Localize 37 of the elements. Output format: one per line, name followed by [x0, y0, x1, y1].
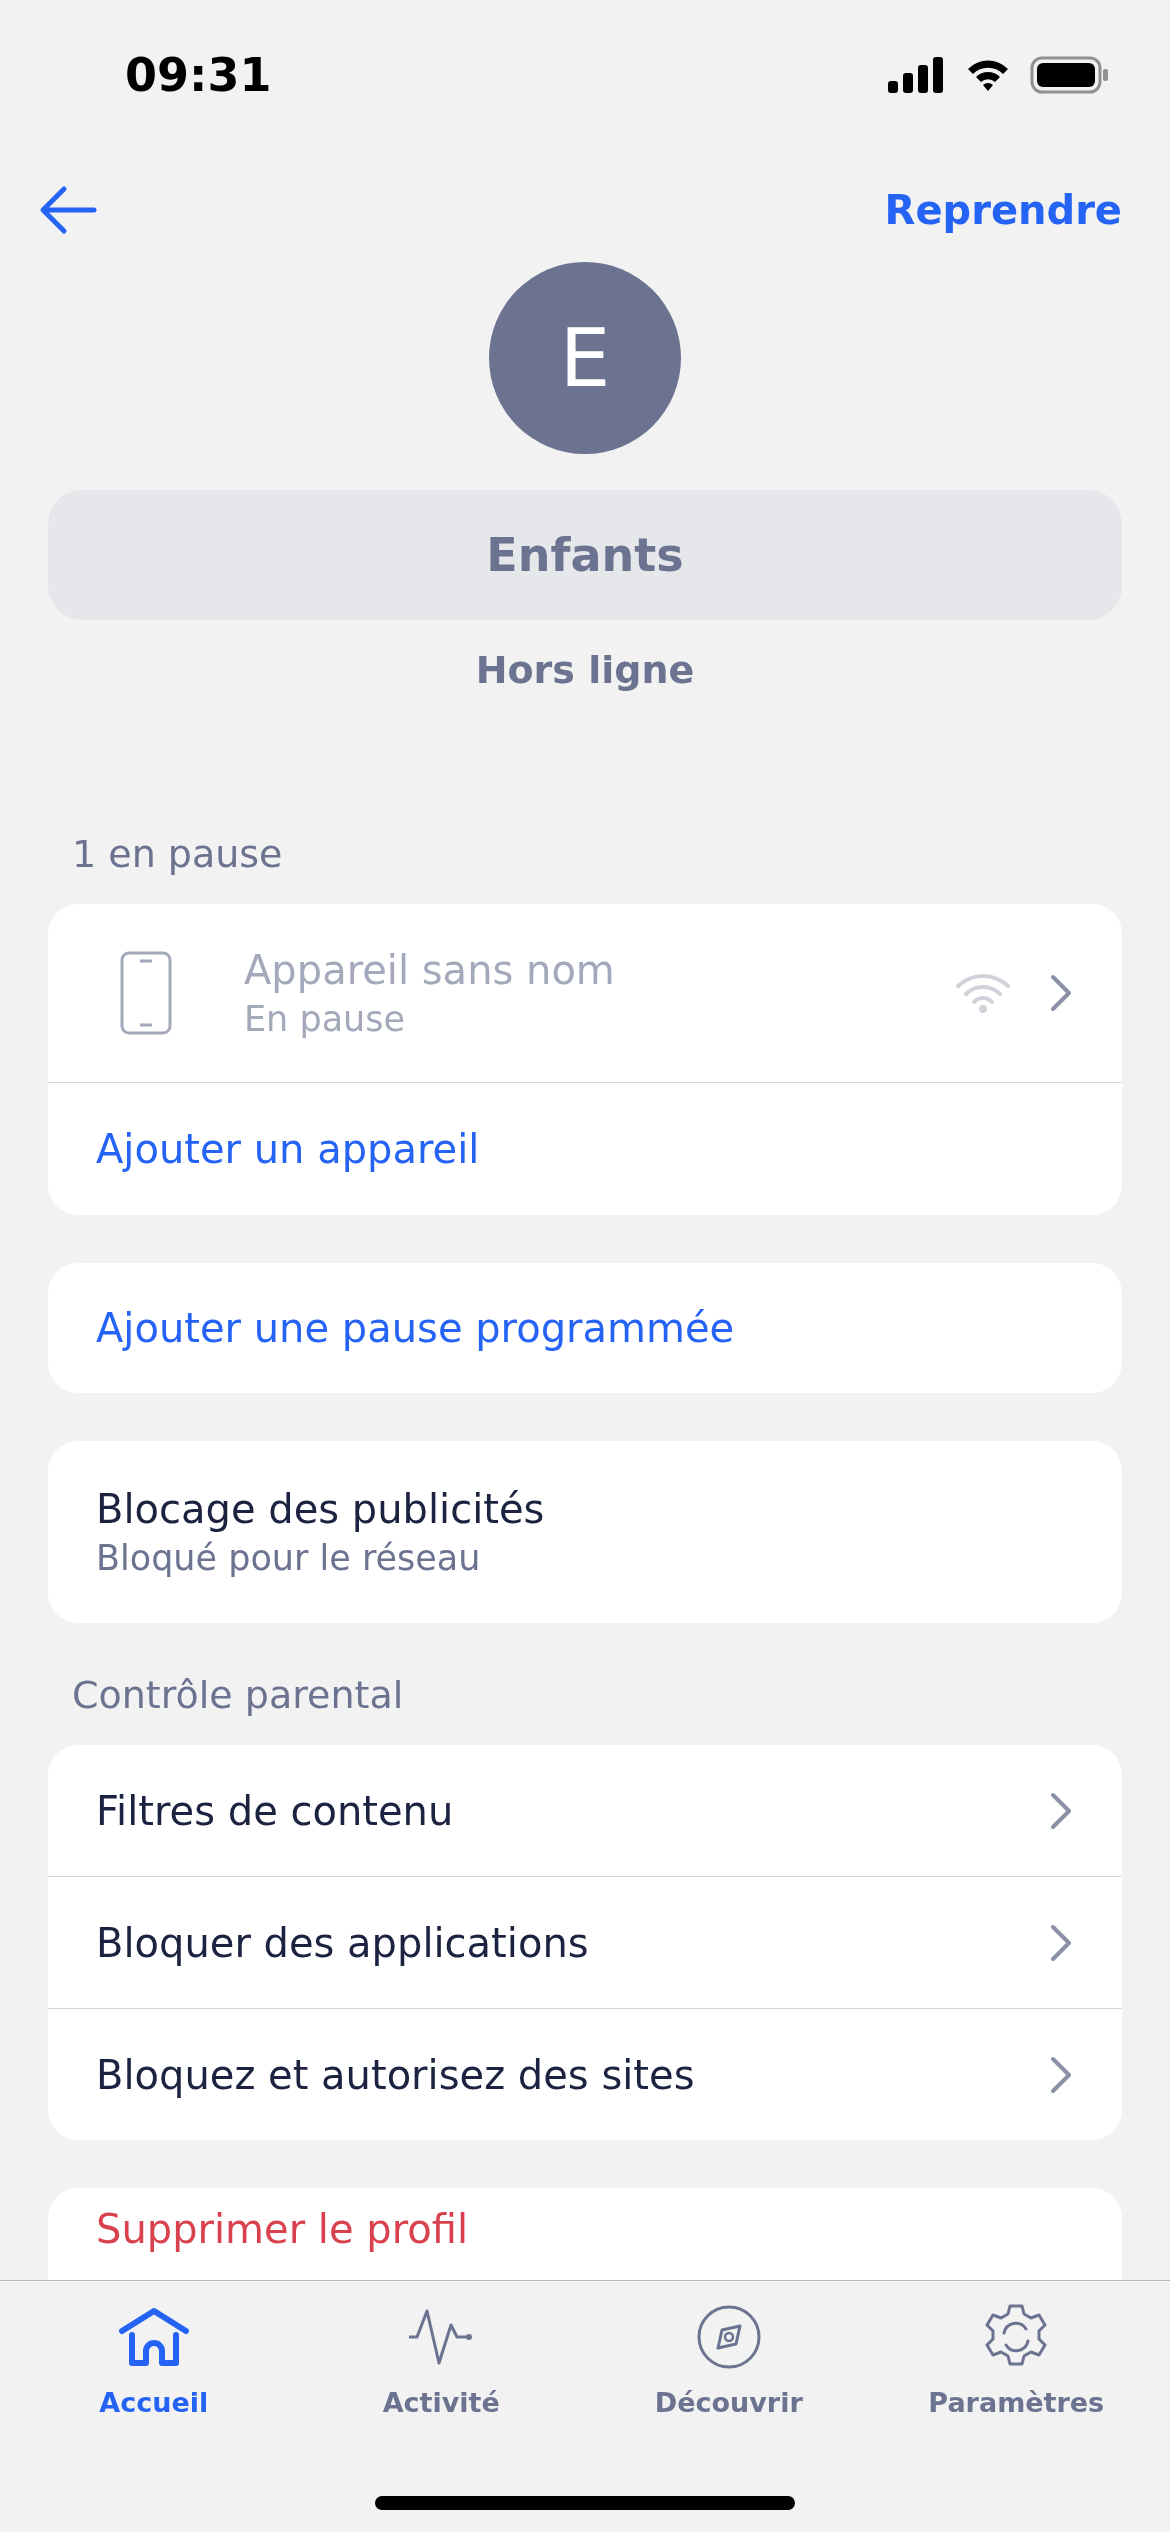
add-device-link[interactable]: Ajouter un appareil [48, 1082, 1122, 1215]
tab[interactable]: Activité [321, 2301, 562, 2441]
menu-row[interactable]: Bloquer des applications [48, 1876, 1122, 2008]
menu-row[interactable]: Filtres de contenu [48, 1745, 1122, 1876]
chevron-right-icon [1050, 974, 1072, 1012]
tab[interactable]: Découvrir [608, 2301, 849, 2441]
row-title: Bloquez et autorisez des sites [96, 2051, 696, 2098]
home-icon [117, 2307, 190, 2367]
section-title: 1 en pause [71, 832, 284, 876]
section-title: Contrôle parental [71, 1673, 405, 1717]
delete-profile-link[interactable]: Supprimer le profil [96, 2206, 468, 2252]
tab[interactable]: Accueil [33, 2301, 274, 2441]
row-title: Bloquer des applications [96, 1919, 590, 1966]
wifi-icon [954, 972, 1012, 1014]
row-title: Blocage des publicités [96, 1486, 546, 1532]
device-status: En pause [244, 999, 407, 1039]
battery-icon [1030, 56, 1110, 94]
add-schedule-link[interactable]: Ajouter une pause programmée [48, 1263, 1122, 1393]
profile-status: Hors ligne [474, 648, 696, 692]
resume-link[interactable]: Reprendre [884, 187, 1122, 233]
phone-icon [120, 951, 172, 1035]
avatar: E [489, 262, 681, 454]
back-arrow-icon[interactable] [38, 185, 98, 235]
ad-blocking-row[interactable]: Blocage des publicités Bloqué pour le réseau [48, 1441, 1122, 1623]
chevron-right-icon [1050, 2055, 1072, 2094]
device-row[interactable]: Appareil sans nom En pause [48, 904, 1122, 1082]
chevron-right-icon [1050, 1791, 1072, 1830]
device-name: Appareil sans nom [244, 947, 616, 993]
signal-icon [888, 57, 946, 93]
profile-name-field[interactable]: Enfants [48, 490, 1122, 620]
chevron-right-icon [1050, 1923, 1072, 1962]
row-subtitle: Bloqué pour le réseau [96, 1538, 482, 1578]
status-time: 09:31 [125, 48, 272, 102]
compass-icon [695, 2304, 762, 2370]
row-title: Filtres de contenu [96, 1787, 455, 1834]
tab[interactable]: Paramètres [896, 2301, 1137, 2441]
menu-row[interactable]: Bloquez et autorisez des sites [48, 2008, 1122, 2140]
